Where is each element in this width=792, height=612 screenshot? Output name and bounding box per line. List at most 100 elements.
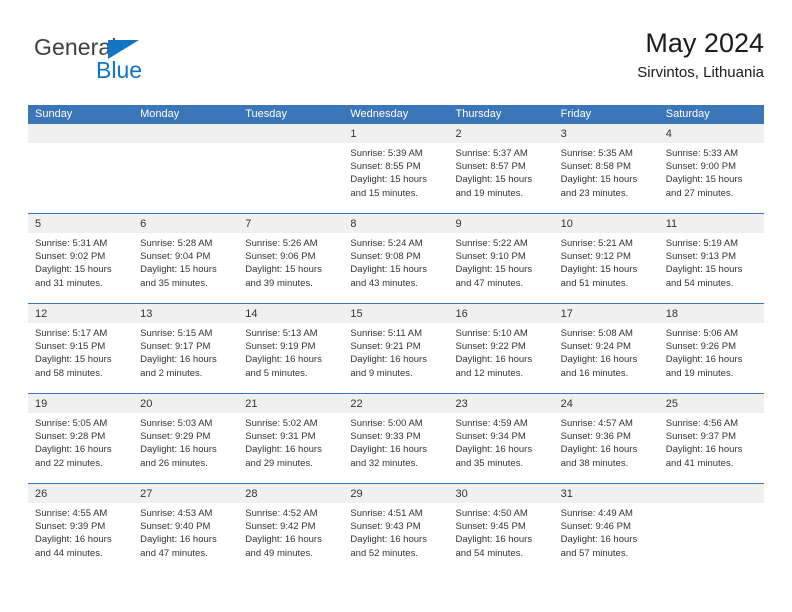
day-detail-line: Sunset: 8:55 PM: [350, 161, 421, 173]
day-cell-4[interactable]: 4 Sunrise: 5:33 AM Sunset: 9:00 PM Daylight…: [658, 124, 764, 213]
day-details: [659, 503, 764, 507]
day-cell-7[interactable]: 7 Sunrise: 5:26 AM Sunset: 9:06 PM Daylight…: [238, 214, 344, 303]
day-detail-line: and 39 minutes.: [245, 277, 313, 289]
day-number: 10: [560, 218, 573, 230]
day-detail-line: Daylight: 16 hours: [140, 444, 217, 456]
general-blue-logo[interactable]: General Blue: [34, 34, 234, 90]
day-detail-line: and 23 minutes.: [560, 187, 629, 199]
day-number-band: 8: [343, 214, 449, 233]
weekday-header-row: Sunday Monday Tuesday Wednesday Thursday Frid…: [28, 105, 764, 124]
day-detail-line: Daylight: 16 hours: [350, 354, 427, 366]
day-detail-line: Sunset: 9:31 PM: [245, 431, 316, 443]
day-cell-28[interactable]: 28 Sunrise: 4:52 AM Sunset: 9:42 PM Dayligh…: [238, 484, 344, 573]
day-cell-10[interactable]: 10 Sunrise: 5:21 AM Sunset: 9:12 PM Dayligh…: [553, 214, 659, 303]
day-detail-line: and 57 minutes.: [560, 547, 629, 559]
day-detail-line: Daylight: 15 hours: [350, 174, 427, 186]
day-details: Sunrise: 4:55 AM Sunset: 9:39 PM Daylight:…: [28, 503, 133, 560]
day-cell-30[interactable]: 30 Sunrise: 4:50 AM Sunset: 9:45 PM Dayligh…: [448, 484, 554, 573]
day-details: Sunrise: 4:56 AM Sunset: 9:37 PM Daylight:…: [659, 413, 764, 470]
day-detail-line: Sunrise: 5:15 AM: [140, 328, 213, 339]
day-cell-16[interactable]: 16 Sunrise: 5:10 AM Sunset: 9:22 PM Dayligh…: [448, 304, 554, 393]
day-detail-line: Daylight: 15 hours: [665, 174, 743, 186]
day-number-band: 30: [448, 484, 554, 503]
day-detail-line: Daylight: 16 hours: [455, 354, 533, 366]
day-cell-24[interactable]: 24 Sunrise: 4:57 AM Sunset: 9:36 PM Dayligh…: [553, 394, 659, 483]
day-detail-line: Sunset: 9:06 PM: [245, 251, 316, 263]
day-cell-31[interactable]: 31 Sunrise: 4:49 AM Sunset: 9:46 PM Dayligh…: [553, 484, 659, 573]
day-detail-line: Sunrise: 5:08 AM: [560, 328, 633, 339]
day-detail-line: Daylight: 16 hours: [560, 354, 638, 366]
day-detail-line: and 5 minutes.: [245, 367, 308, 379]
day-cell-1[interactable]: 1 Sunrise: 5:39 AM Sunset: 8:55 PM Daylight…: [343, 124, 449, 213]
day-detail-line: Sunrise: 5:26 AM: [245, 238, 318, 249]
day-cell-19[interactable]: 19 Sunrise: 5:05 AM Sunset: 9:28 PM Dayligh…: [28, 394, 134, 483]
calendar-week-cells: 26 Sunrise: 4:55 AM Sunset: 9:39 PM Dayligh…: [28, 484, 764, 573]
day-cell-12[interactable]: 12 Sunrise: 5:17 AM Sunset: 9:15 PM Dayligh…: [28, 304, 134, 393]
day-detail-line: Sunrise: 4:57 AM: [560, 418, 633, 429]
day-detail-line: and 29 minutes.: [245, 457, 313, 469]
day-cell-22[interactable]: 22 Sunrise: 5:00 AM Sunset: 9:33 PM Dayligh…: [343, 394, 449, 483]
day-number: 2: [455, 128, 462, 140]
day-detail-line: Sunrise: 4:55 AM: [35, 508, 108, 519]
day-details: Sunrise: 5:13 AM Sunset: 9:19 PM Daylight:…: [238, 323, 343, 380]
day-details: Sunrise: 5:22 AM Sunset: 9:10 PM Daylight:…: [449, 233, 554, 290]
day-detail-line: Sunset: 9:34 PM: [455, 431, 526, 443]
day-cell-18[interactable]: 18 Sunrise: 5:06 AM Sunset: 9:26 PM Dayligh…: [658, 304, 764, 393]
day-detail-line: Daylight: 16 hours: [455, 534, 533, 546]
day-number-band: 18: [658, 304, 764, 323]
day-details: Sunrise: 4:57 AM Sunset: 9:36 PM Daylight:…: [554, 413, 659, 470]
day-detail-line: Daylight: 15 hours: [350, 264, 427, 276]
day-details: Sunrise: 5:15 AM Sunset: 9:17 PM Daylight:…: [133, 323, 238, 380]
day-cell-20[interactable]: 20 Sunrise: 5:03 AM Sunset: 9:29 PM Dayligh…: [133, 394, 239, 483]
day-details: Sunrise: 5:00 AM Sunset: 9:33 PM Daylight:…: [343, 413, 448, 470]
day-detail-line: Sunset: 9:29 PM: [140, 431, 211, 443]
day-number: 26: [35, 488, 48, 500]
day-cell-2[interactable]: 2 Sunrise: 5:37 AM Sunset: 8:57 PM Daylight…: [448, 124, 554, 213]
day-detail-line: Daylight: 15 hours: [35, 354, 112, 366]
day-detail-line: and 47 minutes.: [140, 547, 208, 559]
day-cell-5[interactable]: 5 Sunrise: 5:31 AM Sunset: 9:02 PM Daylight…: [28, 214, 134, 303]
day-cell-26[interactable]: 26 Sunrise: 4:55 AM Sunset: 9:39 PM Dayligh…: [28, 484, 134, 573]
day-detail-line: Sunrise: 5:28 AM: [140, 238, 213, 249]
day-detail-line: Sunset: 9:17 PM: [140, 341, 211, 353]
day-cell-23[interactable]: 23 Sunrise: 4:59 AM Sunset: 9:34 PM Dayligh…: [448, 394, 554, 483]
day-cell-14[interactable]: 14 Sunrise: 5:13 AM Sunset: 9:19 PM Dayligh…: [238, 304, 344, 393]
day-number: 3: [560, 128, 567, 140]
day-cell-empty: [133, 124, 239, 213]
day-detail-line: Sunset: 9:10 PM: [455, 251, 526, 263]
day-detail-line: and 26 minutes.: [140, 457, 208, 469]
day-cell-29[interactable]: 29 Sunrise: 4:51 AM Sunset: 9:43 PM Dayligh…: [343, 484, 449, 573]
day-number-band: 9: [448, 214, 554, 233]
day-cell-21[interactable]: 21 Sunrise: 5:02 AM Sunset: 9:31 PM Dayligh…: [238, 394, 344, 483]
weekday-header-sunday: Sunday: [35, 108, 73, 120]
day-details: Sunrise: 5:19 AM Sunset: 9:13 PM Daylight:…: [659, 233, 764, 290]
day-detail-line: Sunset: 9:37 PM: [665, 431, 736, 443]
day-cell-9[interactable]: 9 Sunrise: 5:22 AM Sunset: 9:10 PM Daylight…: [448, 214, 554, 303]
day-cell-11[interactable]: 11 Sunrise: 5:19 AM Sunset: 9:13 PM Dayligh…: [658, 214, 764, 303]
day-detail-line: Sunset: 9:19 PM: [245, 341, 316, 353]
day-cell-3[interactable]: 3 Sunrise: 5:35 AM Sunset: 8:58 PM Daylight…: [553, 124, 659, 213]
day-cell-8[interactable]: 8 Sunrise: 5:24 AM Sunset: 9:08 PM Daylight…: [343, 214, 449, 303]
day-cell-empty: [28, 124, 134, 213]
day-cell-13[interactable]: 13 Sunrise: 5:15 AM Sunset: 9:17 PM Dayligh…: [133, 304, 239, 393]
day-detail-line: Sunrise: 5:35 AM: [560, 148, 633, 159]
day-details: Sunrise: 5:08 AM Sunset: 9:24 PM Daylight:…: [554, 323, 659, 380]
day-detail-line: Sunrise: 5:39 AM: [350, 148, 423, 159]
day-cell-15[interactable]: 15 Sunrise: 5:11 AM Sunset: 9:21 PM Dayligh…: [343, 304, 449, 393]
day-number: 9: [455, 218, 462, 230]
day-detail-line: Sunrise: 5:02 AM: [245, 418, 318, 429]
day-number-band: 14: [238, 304, 344, 323]
day-detail-line: and 47 minutes.: [455, 277, 524, 289]
day-detail-line: Sunrise: 5:17 AM: [35, 328, 108, 339]
day-cell-27[interactable]: 27 Sunrise: 4:53 AM Sunset: 9:40 PM Dayligh…: [133, 484, 239, 573]
day-detail-line: Daylight: 16 hours: [35, 444, 112, 456]
day-number: 20: [140, 398, 153, 410]
day-detail-line: and 58 minutes.: [35, 367, 103, 379]
day-cell-6[interactable]: 6 Sunrise: 5:28 AM Sunset: 9:04 PM Daylight…: [133, 214, 239, 303]
day-cell-17[interactable]: 17 Sunrise: 5:08 AM Sunset: 9:24 PM Dayligh…: [553, 304, 659, 393]
day-detail-line: Sunset: 9:40 PM: [140, 521, 211, 533]
day-number: 23: [455, 398, 468, 410]
day-cell-25[interactable]: 25 Sunrise: 4:56 AM Sunset: 9:37 PM Dayligh…: [658, 394, 764, 483]
day-details: Sunrise: 5:17 AM Sunset: 9:15 PM Daylight:…: [28, 323, 133, 380]
day-number: 5: [35, 218, 42, 230]
